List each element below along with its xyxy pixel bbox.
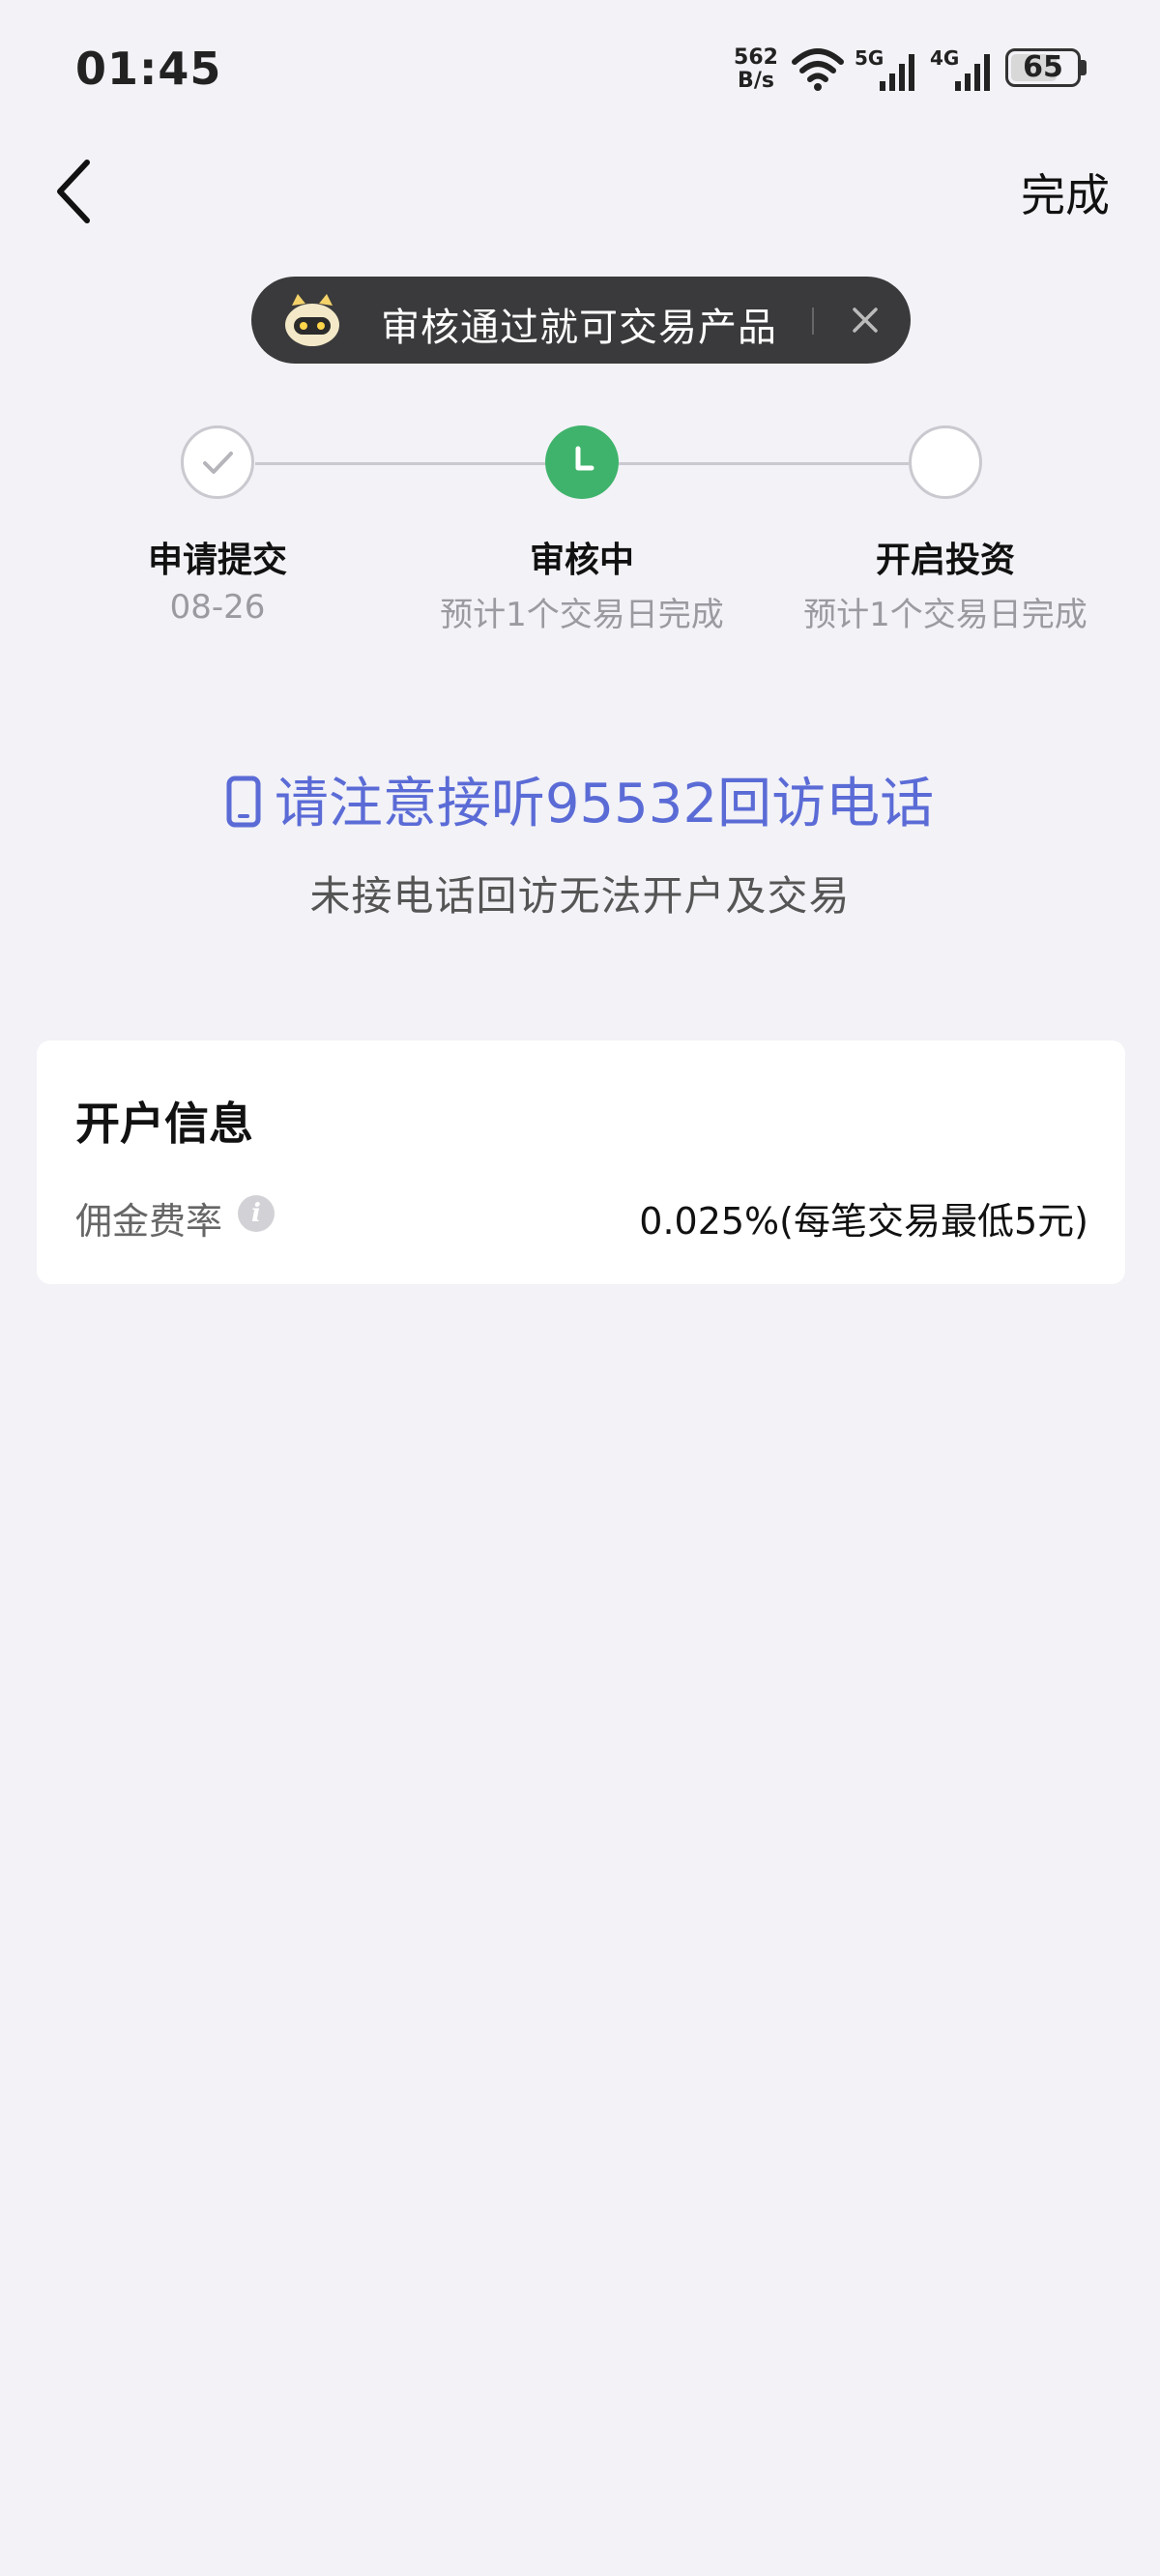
- account-info-card: 开户信息 佣金费率 i 0.025%(每笔交易最低5元): [37, 1040, 1125, 1284]
- step-done-check-icon: [181, 425, 254, 499]
- wifi-icon: [792, 48, 844, 91]
- battery-icon: 65: [1005, 48, 1081, 87]
- card-title: 开户信息: [75, 1098, 253, 1150]
- step-pending-circle: [909, 425, 982, 499]
- progress-steps: 申请提交 08-26 审核中 预计1个交易日完成 开启投资 预计1个交易日完成: [0, 424, 1160, 646]
- step-2-title: 审核中: [529, 541, 634, 580]
- cellular-signal-5g: 5G: [851, 46, 928, 95]
- network-speed-value: 562: [734, 45, 778, 70]
- commission-value: 0.025%(每笔交易最低5元): [639, 1200, 1088, 1243]
- step-3-subtitle: 预计1个交易日完成: [803, 596, 1088, 634]
- step-1-title: 申请提交: [147, 541, 287, 580]
- network-speed: 562 B/s: [731, 46, 781, 93]
- commission-label: 佣金费率: [75, 1200, 223, 1243]
- signal-bars-icon: [955, 54, 990, 91]
- battery-level: 65: [1023, 50, 1063, 84]
- toast-message: 审核通过就可交易产品: [381, 306, 777, 350]
- back-button[interactable]: [46, 155, 104, 228]
- step-3-title: 开启投资: [875, 541, 1015, 580]
- step-connector: [255, 462, 545, 465]
- notice-title-row: 请注意接听95532回访电话: [0, 760, 1160, 838]
- step-1-subtitle: 08-26: [169, 588, 266, 627]
- notice-subtitle: 未接电话回访无法开户及交易: [309, 872, 851, 920]
- info-icon[interactable]: i: [238, 1195, 275, 1232]
- notice-title: 请注意接听95532回访电话: [274, 773, 935, 835]
- step-active-clock-icon: [545, 425, 619, 499]
- status-bar: 01:45 562 B/s 5G 4G 65: [0, 0, 1160, 135]
- review-toast: 审核通过就可交易产品: [251, 277, 911, 364]
- cellular-signal-4g: 4G: [926, 46, 1003, 95]
- battery-tip: [1081, 60, 1087, 75]
- step-2-subtitle: 预计1个交易日完成: [440, 596, 724, 634]
- step-connector: [619, 462, 909, 465]
- done-button[interactable]: 完成: [1021, 161, 1110, 224]
- close-icon[interactable]: [841, 296, 889, 344]
- toast-divider: [812, 307, 814, 335]
- signal-bars-icon: [880, 54, 914, 91]
- callback-notice: 请注意接听95532回访电话 未接电话回访无法开户及交易: [0, 760, 1160, 922]
- status-time: 01:45: [75, 43, 222, 95]
- network-speed-unit: B/s: [738, 69, 774, 93]
- phone-icon: [226, 776, 261, 828]
- robot-avatar-icon: [285, 294, 339, 346]
